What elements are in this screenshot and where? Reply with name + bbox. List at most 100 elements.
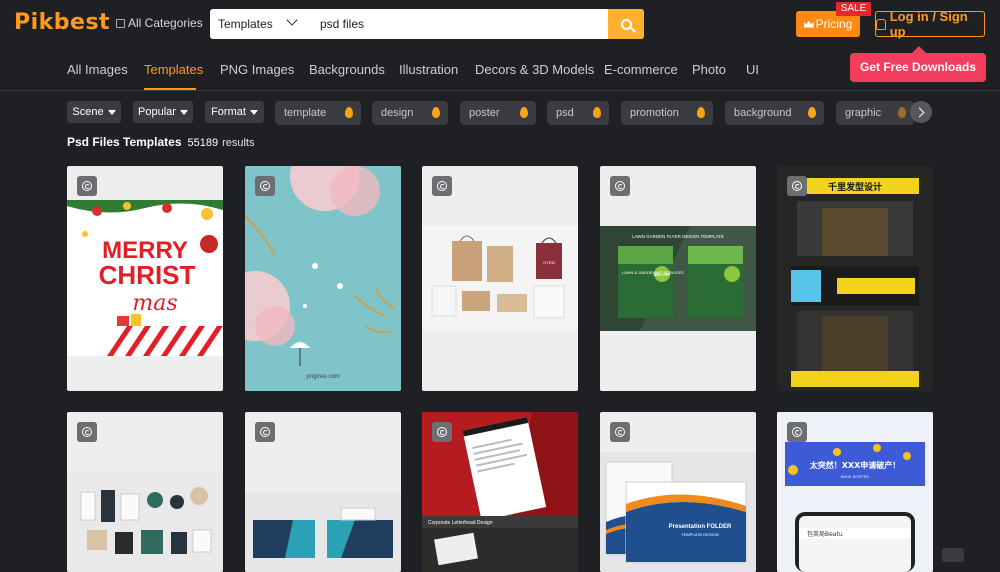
flame-icon (520, 107, 528, 118)
sale-badge: SALE (836, 2, 871, 16)
app-url: 包英局Beatu (807, 530, 843, 538)
flame-icon (898, 107, 906, 118)
caret-down-icon (249, 109, 258, 115)
app-banner-sub: BANK BORTEN (841, 474, 870, 479)
tab-png-images[interactable]: PNG Images (220, 62, 294, 77)
copyright-icon (255, 176, 275, 196)
thumbnail-watercolor: pngtree.com (245, 166, 401, 391)
thumbnail-merry-christmas: MERRY CHRIST mas (67, 200, 223, 356)
tab-ecommerce[interactable]: E-commerce (604, 62, 678, 77)
top-bar: Pikbest All Categories Templates Pricing… (0, 0, 1000, 48)
bag-label: OTEM (543, 260, 555, 265)
flame-icon (697, 107, 705, 118)
tag-label: design (381, 107, 414, 119)
flame-icon (808, 107, 816, 118)
template-card[interactable]: 太突然！XXX申请破产！ BANK BORTEN 包英局Beatu (777, 412, 933, 572)
template-card[interactable]: 千里发型设计 (777, 166, 933, 391)
tag-label: background (734, 107, 792, 119)
copyright-icon (432, 422, 452, 442)
copyright-icon (787, 422, 807, 442)
tag-graphic[interactable]: graphic (836, 101, 914, 125)
filter-bar: Scene Popular Format template design pos… (0, 101, 1000, 125)
flame-icon (432, 107, 440, 118)
tags-next-button[interactable] (910, 101, 932, 123)
tab-all-images[interactable]: All Images (67, 62, 128, 77)
template-card[interactable]: MERRY CHRIST mas (67, 166, 223, 391)
results-suffix: results (222, 137, 255, 149)
copyright-icon (255, 422, 275, 442)
scene-dropdown[interactable]: Scene (67, 101, 121, 123)
template-card[interactable]: LAWN GARDEN FLYER DESIGN TEMPLATE LAWN &… (600, 166, 756, 391)
search-type-select[interactable]: Templates (218, 9, 308, 39)
pikbest-logo[interactable]: Pikbest (14, 10, 110, 35)
template-card[interactable] (67, 412, 223, 572)
template-card[interactable]: OTEM (422, 166, 578, 391)
tag-template[interactable]: template (275, 101, 361, 125)
thumbnail-lawn-flyer: LAWN GARDEN FLYER DESIGN TEMPLATE LAWN &… (600, 226, 756, 331)
tag-label: promotion (630, 107, 679, 119)
tab-illustration[interactable]: Illustration (399, 62, 458, 77)
flyer-badge: 30% OFF (653, 272, 671, 277)
tag-label: template (284, 107, 327, 119)
results-heading: Psd Files Templates 55189 results (67, 135, 255, 149)
flame-icon (345, 107, 353, 118)
grid-icon (116, 18, 125, 28)
search-input[interactable] (320, 9, 605, 39)
tag-label: psd (556, 107, 574, 119)
template-card[interactable]: Presentation FOLDER TEMPLATE DESIGN (600, 412, 756, 572)
flame-icon (593, 107, 601, 118)
tag-poster[interactable]: poster (460, 101, 536, 125)
tag-psd[interactable]: psd (547, 101, 609, 125)
crown-icon (803, 20, 814, 28)
tab-templates[interactable]: Templates (144, 62, 203, 77)
app-banner: 太突然！XXX申请破产！ (809, 460, 901, 470)
format-dropdown[interactable]: Format (205, 101, 264, 123)
format-label: Format (211, 106, 246, 118)
copyright-icon (787, 176, 807, 196)
template-card[interactable]: pngtree.com (245, 166, 401, 391)
get-free-downloads-button[interactable]: Get Free Downloads (850, 46, 986, 82)
tab-ui[interactable]: UI (746, 62, 759, 77)
folder-title: Presentation FOLDER (669, 524, 732, 530)
template-card[interactable] (245, 412, 401, 572)
popular-label: Popular (138, 106, 176, 118)
template-card[interactable]: Corporate Letterhead Design (422, 412, 578, 572)
letterhead-caption: Corporate Letterhead Design (428, 520, 493, 526)
scene-label: Scene (72, 106, 104, 118)
copyright-icon (432, 176, 452, 196)
active-tab-indicator (144, 88, 196, 90)
tag-label: graphic (845, 107, 882, 119)
user-icon (876, 18, 886, 30)
all-categories-menu[interactable]: All Categories (116, 16, 203, 30)
pricing-label: Pricing (815, 17, 853, 31)
xmas-line3: mas (132, 291, 177, 316)
copyright-icon (77, 176, 97, 196)
caret-down-icon (107, 109, 116, 115)
tag-promotion[interactable]: promotion (621, 101, 713, 125)
results-title: Psd Files Templates (67, 135, 182, 149)
tag-design[interactable]: design (372, 101, 448, 125)
all-categories-label: All Categories (128, 16, 203, 30)
caret-down-icon (179, 109, 188, 115)
tab-backgrounds[interactable]: Backgrounds (309, 62, 385, 77)
tag-background[interactable]: background (725, 101, 824, 125)
xmas-line2: CHRIST (99, 260, 196, 290)
copyright-icon (610, 176, 630, 196)
tag-label: poster (469, 107, 500, 119)
thumbnail-paper-bags: OTEM (422, 226, 578, 331)
results-count: 55189 (187, 137, 219, 149)
tab-photo[interactable]: Photo (692, 62, 726, 77)
chevron-right-icon (914, 107, 925, 117)
search-button[interactable] (608, 9, 644, 39)
search-type-value: Templates (218, 17, 273, 31)
copyright-icon (610, 422, 630, 442)
shop-sign: 千里发型设计 (828, 181, 882, 193)
watercolor-footer: pngtree.com (306, 374, 339, 380)
search-icon (620, 18, 632, 30)
tab-decors-3d-models[interactable]: Decors & 3D Models (475, 62, 594, 77)
flyer-heading: LAWN GARDEN FLYER DESIGN TEMPLATE (632, 234, 724, 239)
folder-subtitle: TEMPLATE DESIGN (681, 532, 718, 537)
popular-dropdown[interactable]: Popular (133, 101, 193, 123)
login-signup-button[interactable]: Log in / Sign up (875, 9, 985, 39)
search-bar: Templates (210, 9, 644, 39)
